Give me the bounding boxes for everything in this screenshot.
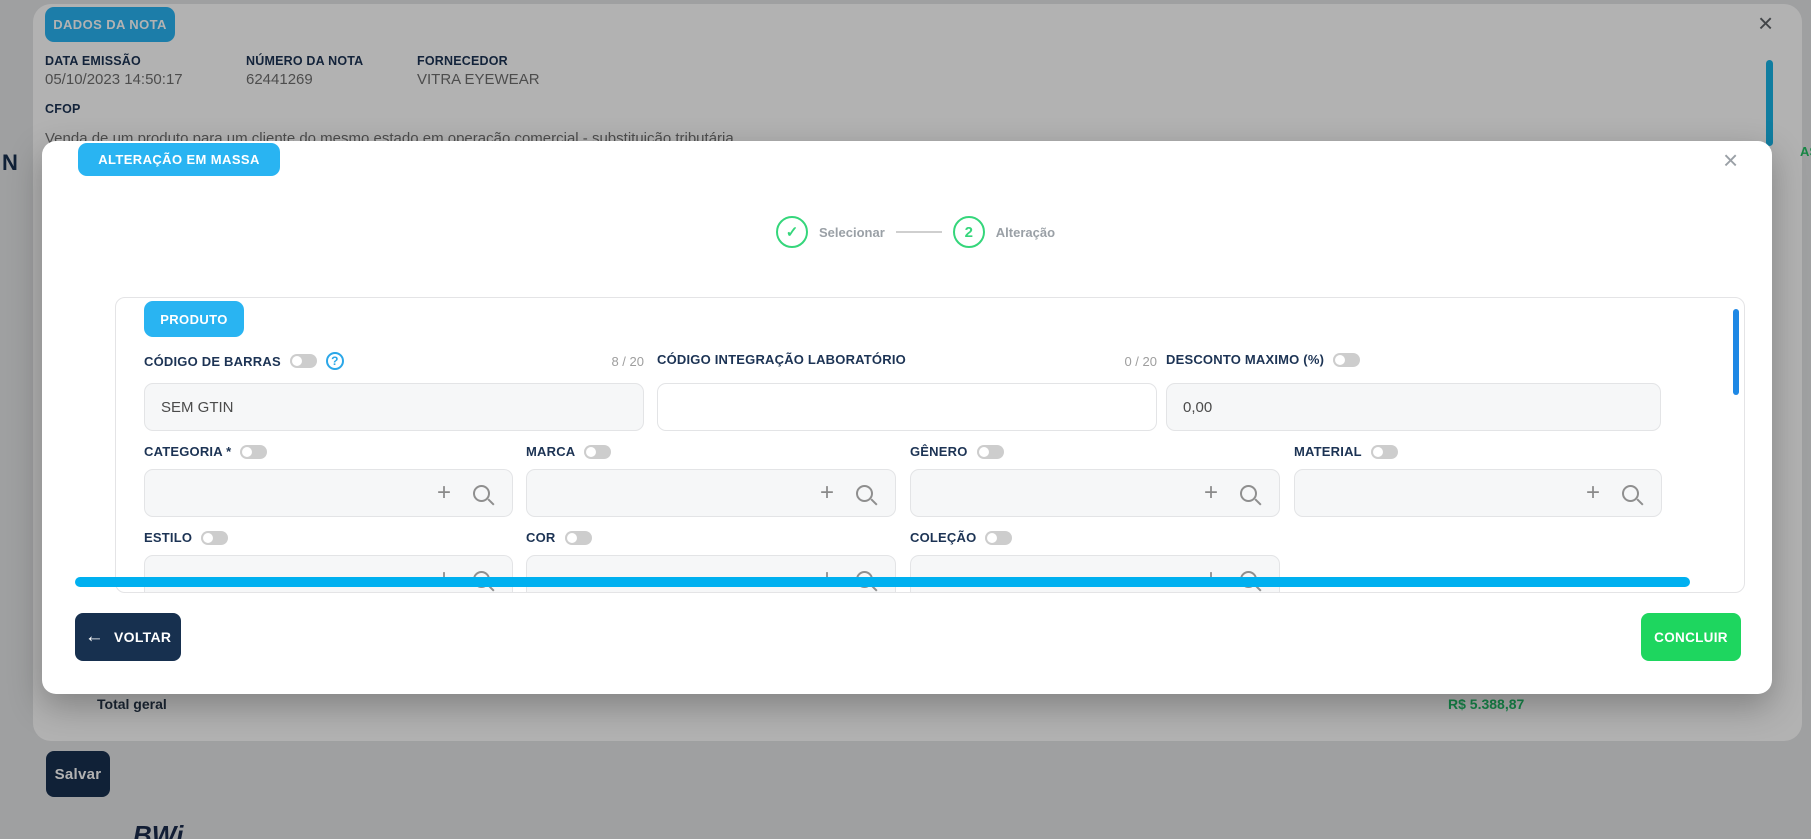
plus-icon[interactable]: +	[820, 481, 834, 505]
tab-alteracao-em-massa-label: ALTERAÇÃO EM MASSA	[98, 152, 260, 167]
help-icon[interactable]: ?	[326, 352, 344, 370]
estilo-toggle[interactable]	[201, 531, 228, 545]
search-icon[interactable]	[1622, 485, 1639, 502]
colecao-input[interactable]: +	[910, 555, 1280, 593]
desconto-maximo-label: DESCONTO MAXIMO (%)	[1166, 352, 1324, 367]
categoria-toggle[interactable]	[240, 445, 267, 459]
codigo-barras-value: SEM GTIN	[161, 399, 234, 416]
tab-alteracao-em-massa[interactable]: ALTERAÇÃO EM MASSA	[78, 143, 280, 176]
codigo-barras-label: CÓDIGO DE BARRAS	[144, 354, 281, 369]
cor-toggle[interactable]	[565, 531, 592, 545]
marca-toggle[interactable]	[584, 445, 611, 459]
material-label: MATERIAL	[1294, 444, 1362, 459]
genero-label: GÊNERO	[910, 444, 968, 459]
concluir-button[interactable]: CONCLUIR	[1641, 613, 1741, 661]
desconto-maximo-input[interactable]: 0,00	[1166, 383, 1661, 431]
codigo-integracao-label: CÓDIGO INTEGRAÇÃO LABORATÓRIO	[657, 352, 906, 367]
arrow-left-icon: ←	[85, 626, 104, 648]
plus-icon[interactable]: +	[1204, 481, 1218, 505]
codigo-barras-counter: 8 / 20	[544, 354, 644, 369]
stepper-connector	[896, 231, 942, 233]
genero-input[interactable]: +	[910, 469, 1280, 517]
categoria-label: CATEGORIA *	[144, 444, 231, 459]
estilo-input[interactable]: +	[144, 555, 513, 593]
desconto-maximo-value: 0,00	[1183, 399, 1212, 416]
codigo-barras-input[interactable]: SEM GTIN	[144, 383, 644, 431]
tab-produto-label: PRODUTO	[160, 312, 228, 327]
plus-icon[interactable]: +	[437, 481, 451, 505]
material-toggle[interactable]	[1371, 445, 1398, 459]
voltar-button-label: VOLTAR	[114, 629, 171, 645]
bulk-edit-modal: ALTERAÇÃO EM MASSA × ✓ Selecionar 2 Alte…	[42, 141, 1772, 694]
horizontal-scrollbar[interactable]	[75, 577, 1690, 587]
marca-input[interactable]: +	[526, 469, 896, 517]
codigo-barras-toggle[interactable]	[290, 354, 317, 368]
codigo-integracao-input[interactable]	[657, 383, 1157, 431]
step-2-label: Alteração	[996, 225, 1055, 240]
tab-produto[interactable]: PRODUTO	[144, 301, 244, 337]
panel-vertical-scrollbar[interactable]	[1733, 309, 1739, 395]
cor-input[interactable]: +	[526, 555, 896, 593]
check-icon: ✓	[786, 223, 799, 241]
material-input[interactable]: +	[1294, 469, 1662, 517]
categoria-input[interactable]: +	[144, 469, 513, 517]
step-1-label: Selecionar	[819, 225, 885, 240]
cor-label: COR	[526, 530, 556, 545]
close-icon[interactable]: ×	[1723, 147, 1738, 173]
screen: N DADOS DA NOTA × DATA EMISSÃO 05/10/202…	[0, 0, 1811, 839]
marca-label: MARCA	[526, 444, 575, 459]
codigo-integracao-counter: 0 / 20	[1057, 354, 1157, 369]
concluir-button-label: CONCLUIR	[1654, 630, 1728, 645]
colecao-label: COLEÇÃO	[910, 530, 976, 545]
search-icon[interactable]	[473, 485, 490, 502]
step-2-alteracao[interactable]: 2	[953, 216, 985, 248]
genero-toggle[interactable]	[977, 445, 1004, 459]
stepper: ✓ Selecionar 2 Alteração	[776, 216, 1055, 248]
search-icon[interactable]	[856, 485, 873, 502]
colecao-toggle[interactable]	[985, 531, 1012, 545]
plus-icon[interactable]: +	[1586, 481, 1600, 505]
desconto-maximo-toggle[interactable]	[1333, 353, 1360, 367]
step-1-selecionar[interactable]: ✓	[776, 216, 808, 248]
product-panel: PRODUTO CÓDIGO DE BARRAS ? 8 / 20 SEM GT…	[115, 297, 1745, 593]
estilo-label: ESTILO	[144, 530, 192, 545]
voltar-button[interactable]: ← VOLTAR	[75, 613, 181, 661]
step-2-number: 2	[965, 224, 973, 241]
search-icon[interactable]	[1240, 485, 1257, 502]
